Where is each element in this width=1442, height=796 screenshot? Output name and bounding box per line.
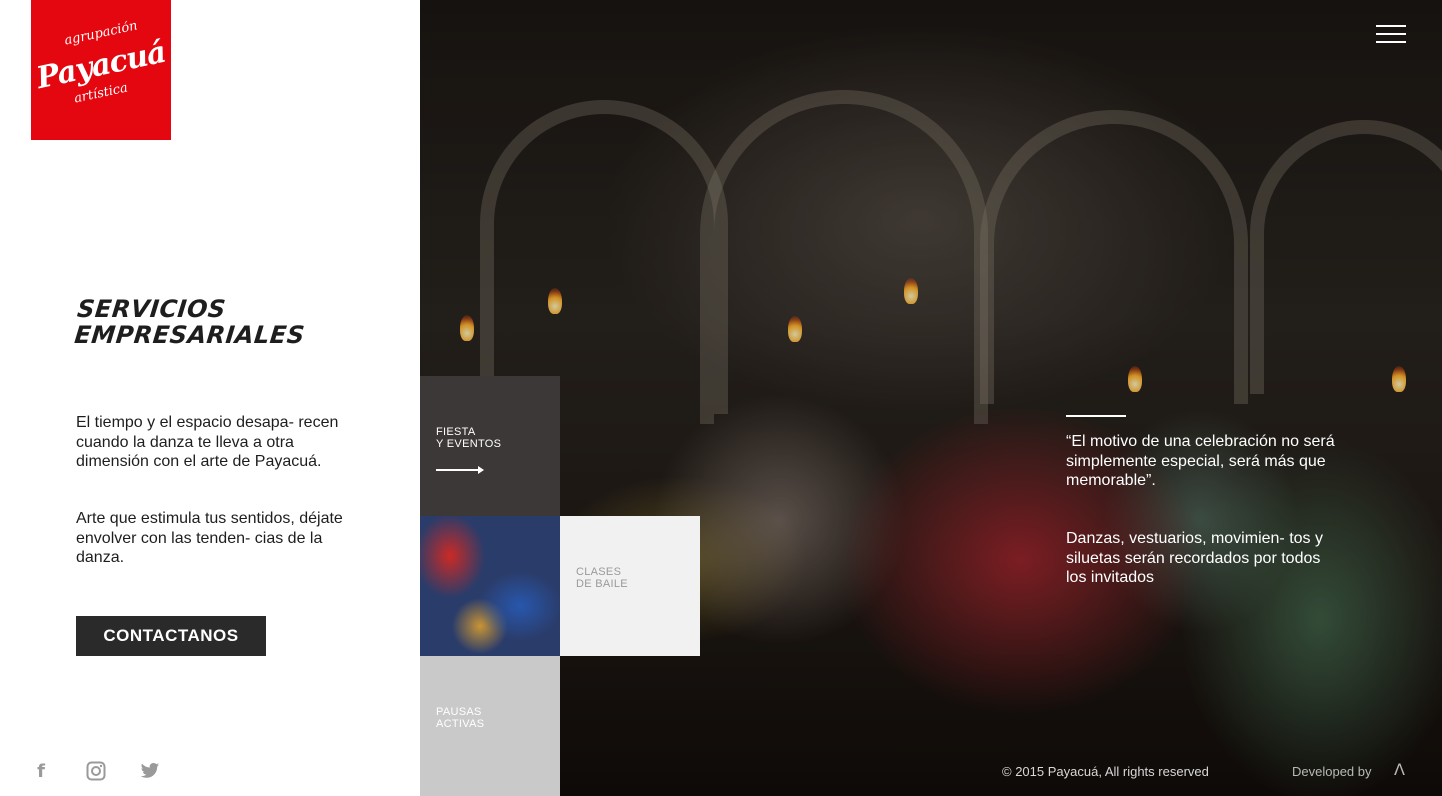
developed-by-text: Developed by xyxy=(1292,764,1372,779)
tile-label-line: Y EVENTOS xyxy=(436,438,502,450)
tile-pausas-activas[interactable]: PAUSAS ACTIVAS xyxy=(420,656,560,796)
copyright-text: © 2015 Payacuá, All rights reserved xyxy=(1002,764,1209,779)
secondary-paragraph: Arte que estimula tus sentidos, déjate e… xyxy=(76,510,343,566)
quote-text: “El motivo de una celebración no será si… xyxy=(1066,433,1335,489)
tile-label-line: CLASES xyxy=(576,566,622,578)
tile-label-line: PAUSAS xyxy=(436,706,482,718)
hero-background: FIESTA Y EVENTOS CLASES DE BAILE PAUSAS … xyxy=(420,0,1442,796)
tile-label-line: DE BAILE xyxy=(576,578,628,590)
tile-label: PAUSAS ACTIVAS xyxy=(436,706,484,730)
title-line-2: Empresariales xyxy=(73,321,307,349)
quote-divider xyxy=(1066,415,1126,417)
dancer-photo-tile xyxy=(420,516,560,656)
left-panel: agrupación Payacuá artística Servicios E… xyxy=(0,0,420,796)
tile-label: CLASES DE BAILE xyxy=(576,566,628,590)
twitter-icon[interactable] xyxy=(139,760,161,782)
instagram-icon[interactable] xyxy=(85,760,107,782)
title-line-1: Servicios xyxy=(75,295,228,323)
photo-overlay xyxy=(420,0,1442,796)
arrow-right-icon xyxy=(436,466,484,474)
tile-fiesta-eventos[interactable]: FIESTA Y EVENTOS xyxy=(420,376,560,516)
developer-logo-icon[interactable]: Λ xyxy=(1394,760,1405,779)
hamburger-menu-icon[interactable] xyxy=(1376,24,1406,44)
tile-label: FIESTA Y EVENTOS xyxy=(436,426,501,450)
page-title: Servicios Empresariales xyxy=(73,295,378,349)
facebook-icon[interactable]: f xyxy=(30,760,52,782)
tile-clases-baile[interactable]: CLASES DE BAILE xyxy=(560,516,700,656)
contact-button[interactable]: CONTACTANOS xyxy=(76,616,266,656)
intro-paragraph: El tiempo y el espacio desapa- recen cua… xyxy=(76,414,339,470)
quote-detail: Danzas, vestuarios, movimien- tos y silu… xyxy=(1066,530,1323,586)
tile-label-line: ACTIVAS xyxy=(436,718,485,730)
tile-label-line: FIESTA xyxy=(436,426,476,438)
payacua-logo[interactable]: agrupación Payacuá artística xyxy=(31,0,171,140)
